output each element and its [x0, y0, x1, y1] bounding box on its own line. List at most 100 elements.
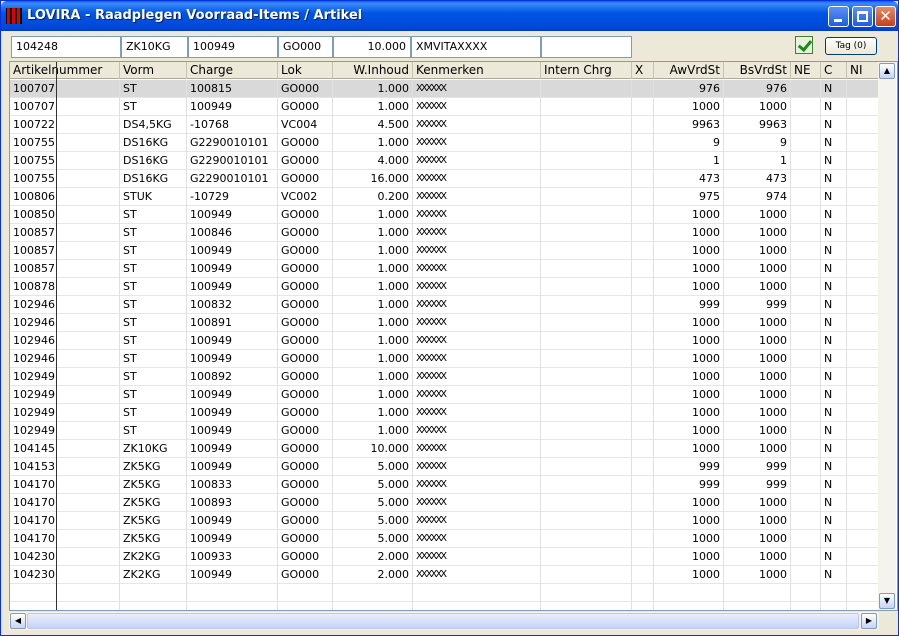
cell-ne — [791, 566, 821, 584]
cell-x — [632, 170, 654, 188]
article-number-field[interactable]: 104248 — [11, 36, 121, 58]
table-row[interactable]: 102949 ST 100949 GO000 1.000 XXXXXX 1000 1000 N — [10, 404, 880, 422]
cell-artikelnummer: 100707 — [10, 80, 120, 98]
column-header-bsvrdst[interactable]: BsVrdSt — [724, 62, 791, 79]
cell-c: N — [821, 98, 847, 116]
table-row[interactable] — [10, 584, 880, 602]
column-header-ne[interactable]: NE — [791, 62, 821, 79]
column-header-w-inhoud[interactable]: W.Inhoud — [333, 62, 413, 79]
scroll-right-button[interactable]: ▶ — [861, 613, 877, 629]
cell-ni — [847, 566, 880, 584]
table-row[interactable]: 102946 ST 100832 GO000 1.000 XXXXXX 999 999 N — [10, 296, 880, 314]
cell-artikelnummer — [10, 584, 120, 602]
maximize-button[interactable] — [852, 6, 873, 27]
table-row[interactable]: 100857 ST 100846 GO000 1.000 XXXXXX 1000 1000 N — [10, 224, 880, 242]
column-header-charge[interactable]: Charge — [187, 62, 278, 79]
charge-field[interactable]: 100949 — [188, 36, 278, 58]
table-row[interactable]: 102949 ST 100949 GO000 1.000 XXXXXX 1000 1000 N — [10, 386, 880, 404]
column-header-intern-chrg[interactable]: Intern Chrg — [541, 62, 632, 79]
table-row[interactable]: 104145 ZK10KG 100949 GO000 10.000 XXXXXX 1000 1… — [10, 440, 880, 458]
cell-w-inhoud — [333, 602, 413, 610]
cell-x — [632, 332, 654, 350]
inhoud-field[interactable]: 10.000 — [333, 36, 411, 58]
cell-charge: 100949 — [187, 278, 278, 296]
cell-ni — [847, 458, 880, 476]
cell-kenmerken: XXXXXX — [413, 314, 541, 332]
table-row[interactable]: 104170 ZK5KG 100833 GO000 5.000 XXXXXX 999 999 N — [10, 476, 880, 494]
table-row[interactable]: 100755 DS16KG G2290010101 GO000 4.000 XXXXXX 1… — [10, 152, 880, 170]
cell-intern-chrg — [541, 260, 632, 278]
horizontal-scroll-thumb[interactable] — [27, 613, 859, 629]
close-button[interactable]: ✕ — [875, 6, 896, 27]
column-header-c[interactable]: C — [821, 62, 847, 79]
cell-ne — [791, 440, 821, 458]
table-row[interactable]: 102946 ST 100949 GO000 1.000 XXXXXX 1000 1000 N — [10, 332, 880, 350]
cell-kenmerken: XXXXXX — [413, 404, 541, 422]
cell-bsvrdst — [724, 584, 791, 602]
cell-w-inhoud: 5.000 — [333, 494, 413, 512]
cell-x — [632, 368, 654, 386]
cell-charge: 100949 — [187, 260, 278, 278]
table-row[interactable]: 100722 DS4,5KG -10768 VC004 4.500 XXXXXX 9963 9… — [10, 116, 880, 134]
table-row[interactable]: 100857 ST 100949 GO000 1.000 XXXXXX 1000 1000 N — [10, 260, 880, 278]
cell-x — [632, 602, 654, 610]
table-row[interactable]: 104230 ZK2KG 100949 GO000 2.000 XXXXXX 1000 100… — [10, 566, 880, 584]
cell-bsvrdst: 1000 — [724, 242, 791, 260]
cell-lok: GO000 — [278, 332, 333, 350]
cell-artikelnummer — [10, 602, 120, 610]
minimize-button[interactable] — [828, 6, 849, 27]
cell-kenmerken: XXXXXX — [413, 476, 541, 494]
table-row[interactable]: 100755 DS16KG G2290010101 GO000 1.000 XXXXXX 9… — [10, 134, 880, 152]
cell-vorm: ST — [120, 206, 187, 224]
table-row[interactable]: 104170 ZK5KG 100893 GO000 5.000 XXXXXX 1000 100… — [10, 494, 880, 512]
table-row[interactable]: 104153 ZK5KG 100949 GO000 5.000 XXXXXX 999 999 N — [10, 458, 880, 476]
column-header-awvrdst[interactable]: AwVrdSt — [654, 62, 724, 79]
table-row[interactable]: 104230 ZK2KG 100933 GO000 2.000 XXXXXX 1000 100… — [10, 548, 880, 566]
scroll-up-button[interactable]: ▲ — [879, 63, 895, 79]
kenmerken-field[interactable]: XMVITAXXXX — [411, 36, 541, 58]
cell-awvrdst: 976 — [654, 80, 724, 98]
table-row[interactable]: 100806 STUK -10729 VC002 0.200 XXXXXX 975 974 N — [10, 188, 880, 206]
cell-bsvrdst: 9 — [724, 134, 791, 152]
cell-kenmerken: XXXXXX — [413, 116, 541, 134]
scroll-down-button[interactable]: ▼ — [879, 593, 895, 609]
vertical-scrollbar[interactable]: ▲ ▼ — [878, 62, 896, 610]
column-header-vorm[interactable]: Vorm — [120, 62, 187, 79]
column-header-artikelnummer[interactable]: Artikelnummer — [10, 62, 120, 79]
table-row[interactable]: 100707 ST 100815 GO000 1.000 XXXXXX 976 976 N — [10, 80, 880, 98]
table-row[interactable]: 102949 ST 100892 GO000 1.000 XXXXXX 1000 1000 N — [10, 368, 880, 386]
table-row[interactable]: 100857 ST 100949 GO000 1.000 XXXXXX 1000 1000 N — [10, 242, 880, 260]
table-row[interactable]: 102946 ST 100891 GO000 1.000 XXXXXX 1000 1000 N — [10, 314, 880, 332]
extra-field[interactable] — [541, 36, 632, 58]
cell-w-inhoud: 5.000 — [333, 512, 413, 530]
column-header-x[interactable]: X — [632, 62, 654, 79]
table-row[interactable]: 100850 ST 100949 GO000 1.000 XXXXXX 1000 1000 N — [10, 206, 880, 224]
scroll-left-button[interactable]: ◀ — [10, 613, 26, 629]
lok-field[interactable]: GO000 — [278, 36, 333, 58]
table-row[interactable]: 104170 ZK5KG 100949 GO000 5.000 XXXXXX 1000 100… — [10, 530, 880, 548]
cell-ne — [791, 314, 821, 332]
table-row[interactable] — [10, 602, 880, 610]
table-row[interactable]: 100878 ST 100949 GO000 1.000 XXXXXX 1000 1000 N — [10, 278, 880, 296]
cell-w-inhoud: 4.000 — [333, 152, 413, 170]
column-header-ni[interactable]: NI — [847, 62, 880, 79]
column-header-kenmerken[interactable]: Kenmerken — [413, 62, 541, 79]
cell-c: N — [821, 314, 847, 332]
cell-bsvrdst: 1000 — [724, 332, 791, 350]
table-row[interactable]: 100707 ST 100949 GO000 1.000 XXXXXX 1000 1000 N — [10, 98, 880, 116]
cell-vorm — [120, 584, 187, 602]
cell-w-inhoud: 1.000 — [333, 350, 413, 368]
confirm-check-icon[interactable] — [795, 36, 813, 54]
column-header-lok[interactable]: Lok — [278, 62, 333, 79]
stock-items-grid[interactable]: Artikelnummer Vorm Charge Lok W.Inhoud Kenmer… — [9, 61, 898, 611]
cell-c: N — [821, 116, 847, 134]
table-row[interactable]: 102946 ST 100949 GO000 1.000 XXXXXX 1000 1000 N — [10, 350, 880, 368]
table-row[interactable]: 102949 ST 100949 GO000 1.000 XXXXXX 1000 1000 N — [10, 422, 880, 440]
tag-button[interactable]: Tag (0) — [825, 37, 877, 55]
table-row[interactable]: 104170 ZK5KG 100949 GO000 5.000 XXXXXX 1000 100… — [10, 512, 880, 530]
table-row[interactable]: 100755 DS16KG G2290010101 GO000 16.000 XXXXXX… — [10, 170, 880, 188]
horizontal-scrollbar[interactable]: ◀ ▶ — [9, 612, 879, 630]
vorm-field[interactable]: ZK10KG — [121, 36, 188, 58]
cell-charge: G2290010101 — [187, 152, 278, 170]
title-bar[interactable]: LOVIRA - Raadplegen Voorraad-Items / Art… — [1, 1, 898, 31]
